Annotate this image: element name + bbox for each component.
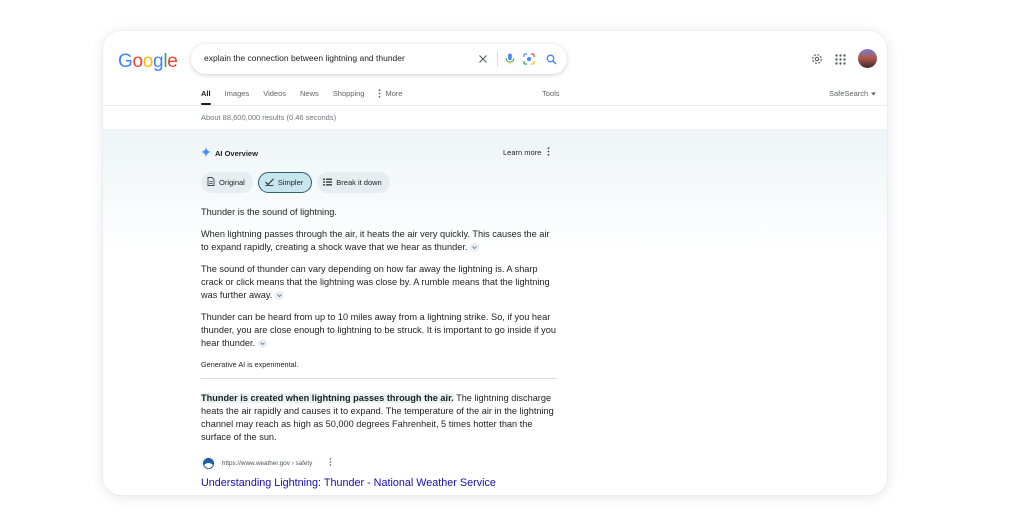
more-vert-icon[interactable] xyxy=(547,147,550,158)
ai-paragraph: The sound of thunder can vary depending … xyxy=(201,263,559,302)
caret-down-icon xyxy=(871,89,877,98)
expand-chevron-icon[interactable] xyxy=(470,243,480,253)
safesearch-label: SafeSearch xyxy=(829,89,869,98)
header-divider xyxy=(103,105,887,106)
result-stats: About 88,600,000 results (0.46 seconds) xyxy=(201,113,337,122)
search-box[interactable]: explain the connection between lightning… xyxy=(191,44,567,74)
list-icon xyxy=(323,178,333,188)
safesearch-button[interactable]: SafeSearch xyxy=(829,89,877,98)
ai-overview-header: AI Overview xyxy=(201,147,258,159)
ai-paragraph-text: The sound of thunder can vary depending … xyxy=(201,264,550,300)
expand-chevron-icon[interactable] xyxy=(258,339,268,349)
ai-overview-body: Thunder is the sound of lightning. When … xyxy=(201,206,559,359)
source-url: https://www.weather.gov › safety xyxy=(222,459,313,467)
generative-ai-notice: Generative AI is experimental. xyxy=(201,360,299,369)
ai-paragraph: When lightning passes through the air, i… xyxy=(201,228,559,254)
ai-paragraph: Thunder can be heard from up to 10 miles… xyxy=(201,311,559,350)
expand-chevron-icon[interactable] xyxy=(275,291,285,301)
chip-label: Simpler xyxy=(277,178,304,187)
ai-overview-title: AI Overview xyxy=(215,148,258,158)
learn-more-label: Learn more xyxy=(503,148,542,157)
chip-label: Break it down xyxy=(336,178,382,187)
search-results-card: Google explain the connection between li… xyxy=(103,31,887,495)
ai-paragraph: Thunder is the sound of lightning. xyxy=(201,206,559,219)
result-source[interactable]: https://www.weather.gov › safety xyxy=(201,456,332,470)
lens-icon[interactable] xyxy=(521,51,537,67)
chip-break-it-down[interactable]: Break it down xyxy=(317,172,390,193)
chip-label: Original xyxy=(219,178,245,187)
snippet-highlight: Thunder is created when lightning passes… xyxy=(201,393,454,403)
close-icon[interactable] xyxy=(475,51,491,67)
learn-more-button[interactable]: Learn more xyxy=(503,147,550,158)
search-input[interactable]: explain the connection between lightning… xyxy=(204,53,405,63)
section-divider xyxy=(201,378,557,379)
avatar[interactable] xyxy=(858,49,877,68)
chip-simpler[interactable]: Simpler xyxy=(257,172,313,193)
sparkle-icon xyxy=(201,147,211,159)
search-icon[interactable] xyxy=(543,51,559,67)
result-title-link[interactable]: Understanding Lightning: Thunder - Natio… xyxy=(201,477,496,489)
logo-letter: g xyxy=(153,51,164,72)
ai-paragraph-text: When lightning passes through the air, i… xyxy=(201,229,550,252)
ai-paragraph-text: Thunder can be heard from up to 10 miles… xyxy=(201,312,556,348)
logo-letter: o xyxy=(132,51,143,72)
gear-icon[interactable] xyxy=(809,51,825,67)
ai-format-chips: Original Simpler Break it down xyxy=(201,172,390,193)
document-icon xyxy=(207,177,215,188)
apps-grid-icon[interactable] xyxy=(832,51,848,67)
logo-letter: o xyxy=(142,51,154,72)
more-vert-icon[interactable] xyxy=(329,458,332,468)
microphone-icon[interactable] xyxy=(502,51,518,67)
ai-paragraph-text: Thunder is the sound of lightning. xyxy=(201,207,337,217)
featured-snippet: Thunder is created when lightning passes… xyxy=(201,392,557,444)
tools-button[interactable]: Tools xyxy=(542,89,560,98)
google-logo[interactable]: Google xyxy=(118,51,178,73)
chip-original[interactable]: Original xyxy=(201,172,253,193)
logo-letter: e xyxy=(167,51,178,72)
simplify-icon xyxy=(264,177,274,188)
logo-letter: G xyxy=(118,51,133,72)
divider xyxy=(497,51,498,67)
noaa-favicon-icon xyxy=(201,456,215,470)
